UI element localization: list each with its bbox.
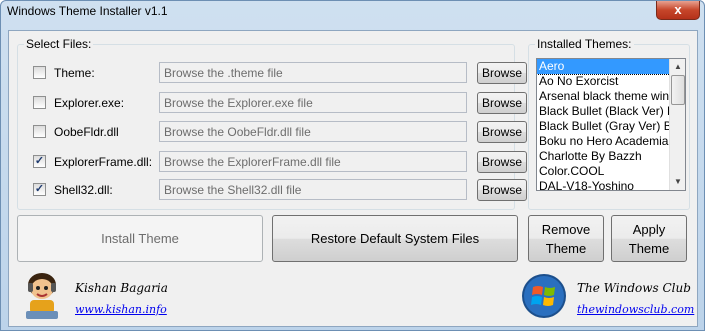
explorerframe-browse-button[interactable]: Browse [477,151,527,173]
list-item[interactable]: Charlotte By Bazzh [537,149,670,164]
check-icon: ✓ [34,183,45,195]
club-link[interactable]: thewindowsclub.com [577,303,694,316]
explorerframe-checkbox[interactable]: ✓ [33,155,46,168]
cartoon-avatar-icon [26,273,58,319]
list-item[interactable]: Boku no Hero Academia [537,134,670,149]
list-item[interactable]: Color.COOL [537,164,670,179]
oobefldr-checkbox[interactable] [33,125,46,138]
file-row-shell32: ✓ Shell32.dll: Browse the Shell32.dll fi… [33,179,527,201]
row-label: ExplorerFrame.dll: [54,155,153,169]
select-files-group: Select Files: Theme: Browse the .theme f… [17,37,527,210]
list-item[interactable]: Ao No Exorcist [537,74,670,89]
explorerframe-path-field[interactable]: Browse the ExplorerFrame.dll file [159,151,467,172]
chevron-down-icon[interactable]: ▼ [670,174,685,190]
app-window: Windows Theme Installer v1.1 x Select Fi… [0,0,705,331]
client-area: Select Files: Theme: Browse the .theme f… [8,30,698,327]
list-item[interactable]: Black Bullet (Gray Ver) B [537,119,670,134]
windows-logo-icon [522,274,566,318]
themes-scrollbar[interactable]: ▲ ▼ [669,59,685,190]
close-icon: x [674,2,682,17]
oobefldr-path-field[interactable]: Browse the OobeFldr.dll file [159,121,467,142]
installed-themes-title: Installed Themes: [535,37,634,51]
author-name: Kishan Bagaria [75,281,168,295]
titlebar[interactable]: Windows Theme Installer v1.1 x [1,1,704,23]
window-title: Windows Theme Installer v1.1 [7,4,168,18]
author-link[interactable]: www.kishan.info [75,303,167,316]
row-label: Shell32.dll: [54,183,113,197]
list-item[interactable]: DAL-V18-Yoshino [537,179,670,190]
chevron-up-icon[interactable]: ▲ [670,59,685,75]
row-label: Theme: [54,66,95,80]
list-item[interactable]: Arsenal black theme win [537,89,670,104]
shell32-path-field[interactable]: Browse the Shell32.dll file [159,179,467,200]
scroll-thumb[interactable] [671,75,685,105]
close-button[interactable]: x [656,1,700,20]
file-row-explorer: Explorer.exe: Browse the Explorer.exe fi… [33,92,527,114]
shell32-checkbox[interactable]: ✓ [33,183,46,196]
installed-themes-group: Installed Themes: Aero Ao No Exorcist Ar… [528,37,690,210]
theme-checkbox[interactable] [33,66,46,79]
check-icon: ✓ [34,155,45,167]
select-files-title: Select Files: [24,37,94,51]
row-label: Explorer.exe: [54,96,125,110]
list-item[interactable]: Black Bullet (Black Ver) B [537,104,670,119]
shell32-browse-button[interactable]: Browse [477,179,527,201]
explorer-path-field[interactable]: Browse the Explorer.exe file [159,92,467,113]
club-name: The Windows Club [577,281,691,295]
apply-theme-button[interactable]: Apply Theme [611,215,687,262]
theme-browse-button[interactable]: Browse [477,62,527,84]
row-label: OobeFldr.dll [54,125,119,139]
restore-default-button[interactable]: Restore Default System Files [272,215,518,262]
file-row-theme: Theme: Browse the .theme file Browse [33,62,527,84]
explorer-browse-button[interactable]: Browse [477,92,527,114]
install-theme-button[interactable]: Install Theme [17,215,263,262]
theme-path-field[interactable]: Browse the .theme file [159,62,467,83]
themes-listbox[interactable]: Aero Ao No Exorcist Arsenal black theme … [536,58,686,191]
remove-theme-button[interactable]: Remove Theme [528,215,604,262]
file-row-explorerframe: ✓ ExplorerFrame.dll: Browse the Explorer… [33,151,527,173]
file-row-oobefldr: OobeFldr.dll Browse the OobeFldr.dll fil… [33,121,527,143]
explorer-checkbox[interactable] [33,96,46,109]
list-item[interactable]: Aero [537,59,671,75]
oobefldr-browse-button[interactable]: Browse [477,121,527,143]
